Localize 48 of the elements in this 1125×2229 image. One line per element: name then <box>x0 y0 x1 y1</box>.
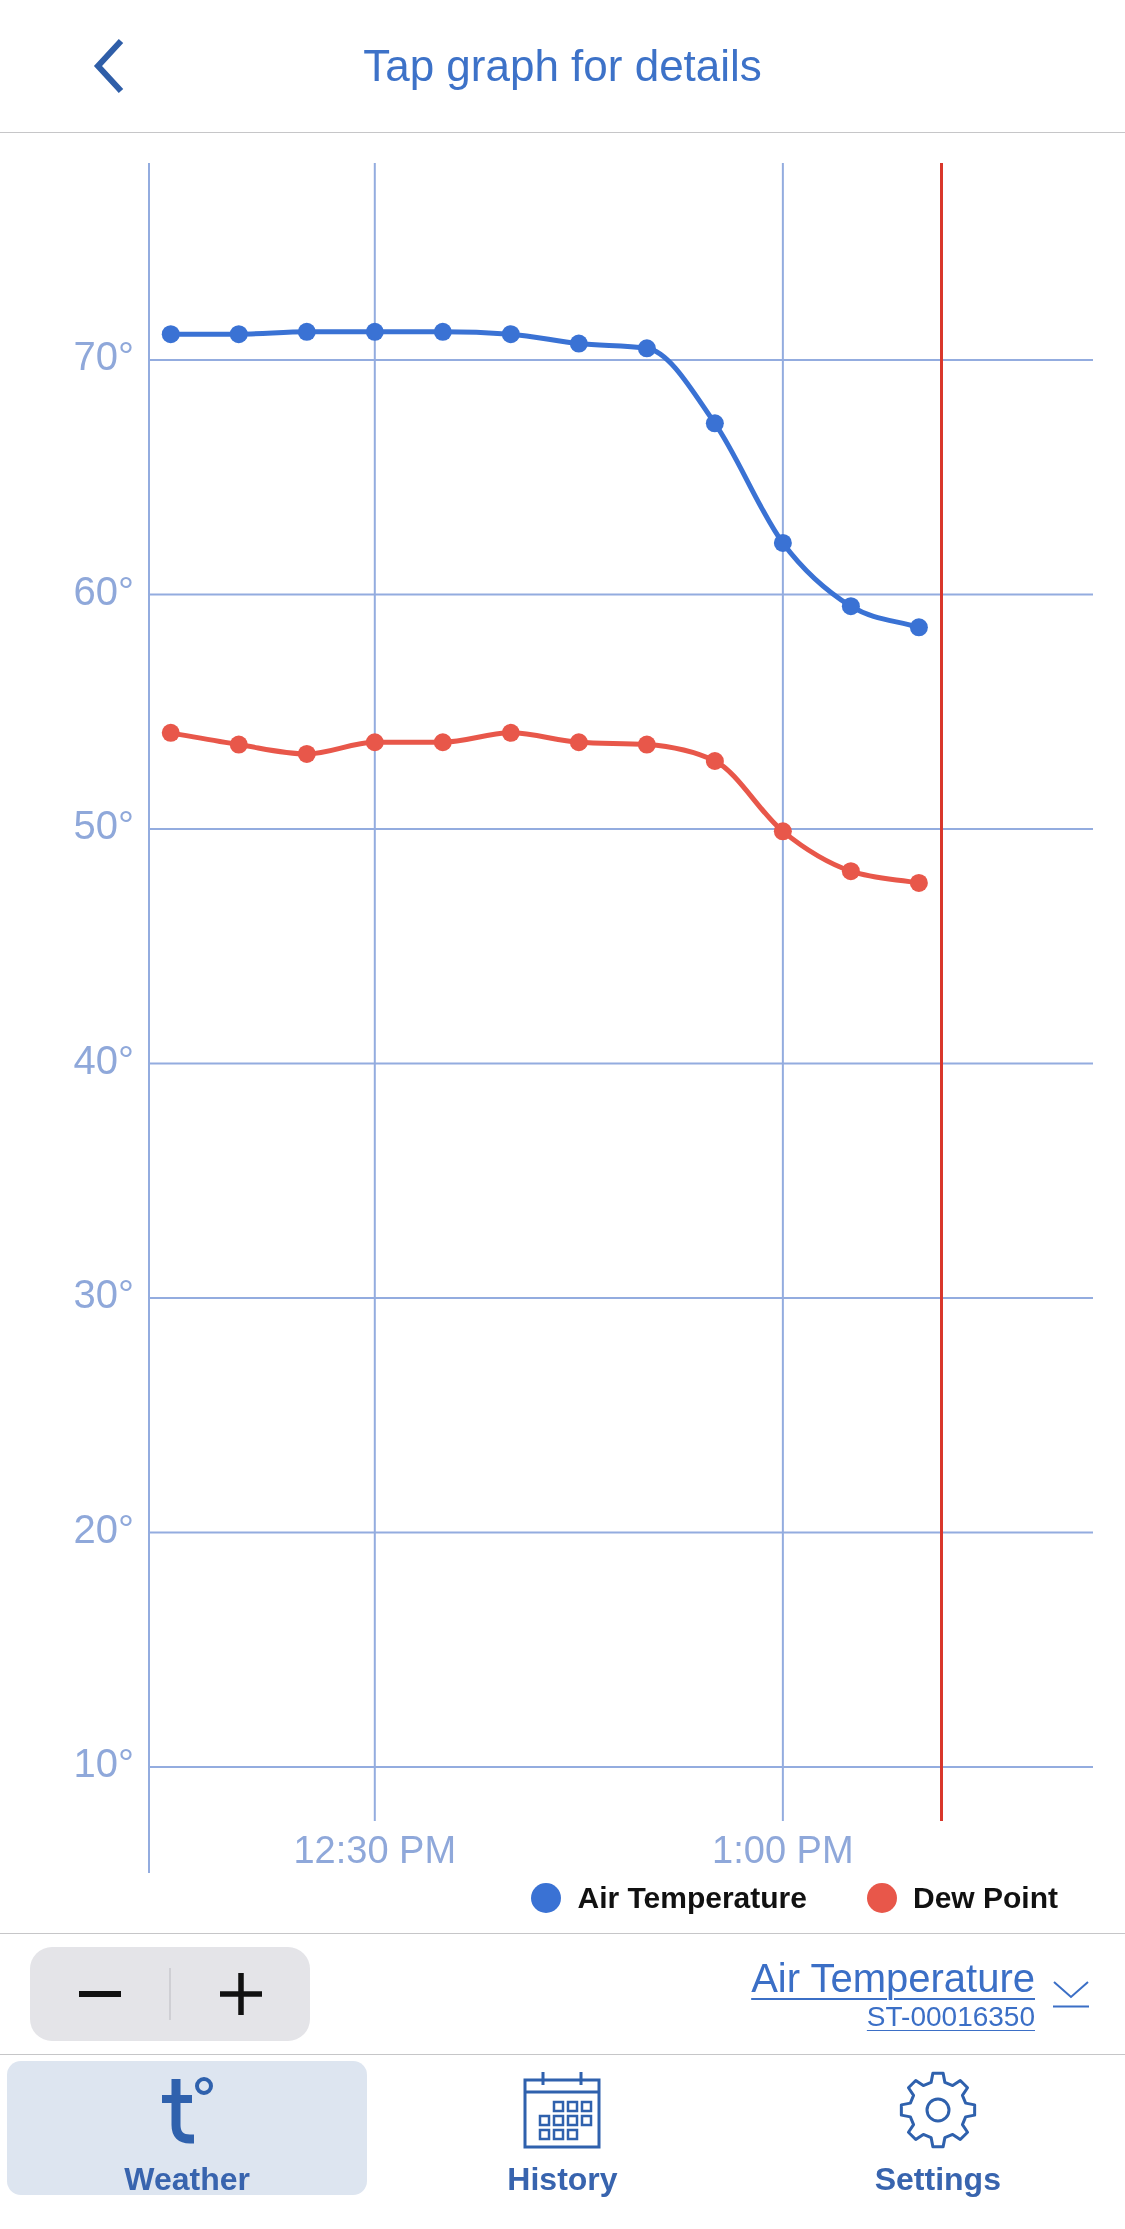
y-axis-label: 40° <box>73 1037 134 1082</box>
y-axis-label: 30° <box>73 1272 134 1317</box>
data-point <box>841 862 860 881</box>
data-point <box>365 322 384 341</box>
data-point <box>773 533 792 552</box>
temperature-icon <box>160 2075 215 2145</box>
data-point <box>433 733 452 752</box>
data-point <box>637 339 656 358</box>
settings-icon <box>898 2071 977 2149</box>
legend-label: Dew Point <box>913 1880 1058 1916</box>
data-point <box>773 822 792 841</box>
data-point <box>705 752 724 770</box>
station-link[interactable]: ST-00016350 <box>866 2001 1035 2033</box>
x-axis-label: 1:00 PM <box>712 1829 854 1871</box>
chevron-down-icon[interactable] <box>1053 1980 1089 2008</box>
data-point <box>365 733 384 752</box>
data-point <box>161 723 180 742</box>
chevron-left-icon <box>93 38 125 94</box>
data-point <box>297 744 316 763</box>
x-axis-label: 12:30 PM <box>293 1829 457 1871</box>
data-point <box>841 597 860 616</box>
y-axis-label: 50° <box>73 803 134 847</box>
data-point <box>909 618 928 637</box>
data-point <box>909 873 928 892</box>
tab[interactable]: Settings <box>757 2061 1118 2195</box>
tab[interactable]: History <box>382 2061 743 2195</box>
metric-link[interactable]: Air Temperature <box>751 1955 1035 2001</box>
tab[interactable]: Weather <box>7 2061 368 2195</box>
data-point <box>501 325 520 344</box>
legend-label: Air Temperature <box>577 1880 807 1916</box>
data-point <box>501 723 520 742</box>
y-axis-label: 70° <box>73 334 134 378</box>
plus-icon <box>219 1973 262 2015</box>
data-point <box>569 334 588 353</box>
data-point <box>705 414 724 433</box>
data-point <box>569 733 588 752</box>
header-title: Tap graph for details <box>363 44 762 88</box>
data-point <box>161 325 180 344</box>
minus-icon <box>78 1991 121 1997</box>
data-point <box>637 735 656 754</box>
data-point <box>229 325 248 344</box>
data-point <box>297 322 316 341</box>
y-axis-label: 10° <box>73 1741 134 1786</box>
data-point <box>433 322 452 341</box>
calendar-icon <box>523 2071 602 2149</box>
data-point <box>229 735 248 754</box>
y-axis-label: 60° <box>73 568 134 613</box>
y-axis-label: 20° <box>73 1506 134 1551</box>
